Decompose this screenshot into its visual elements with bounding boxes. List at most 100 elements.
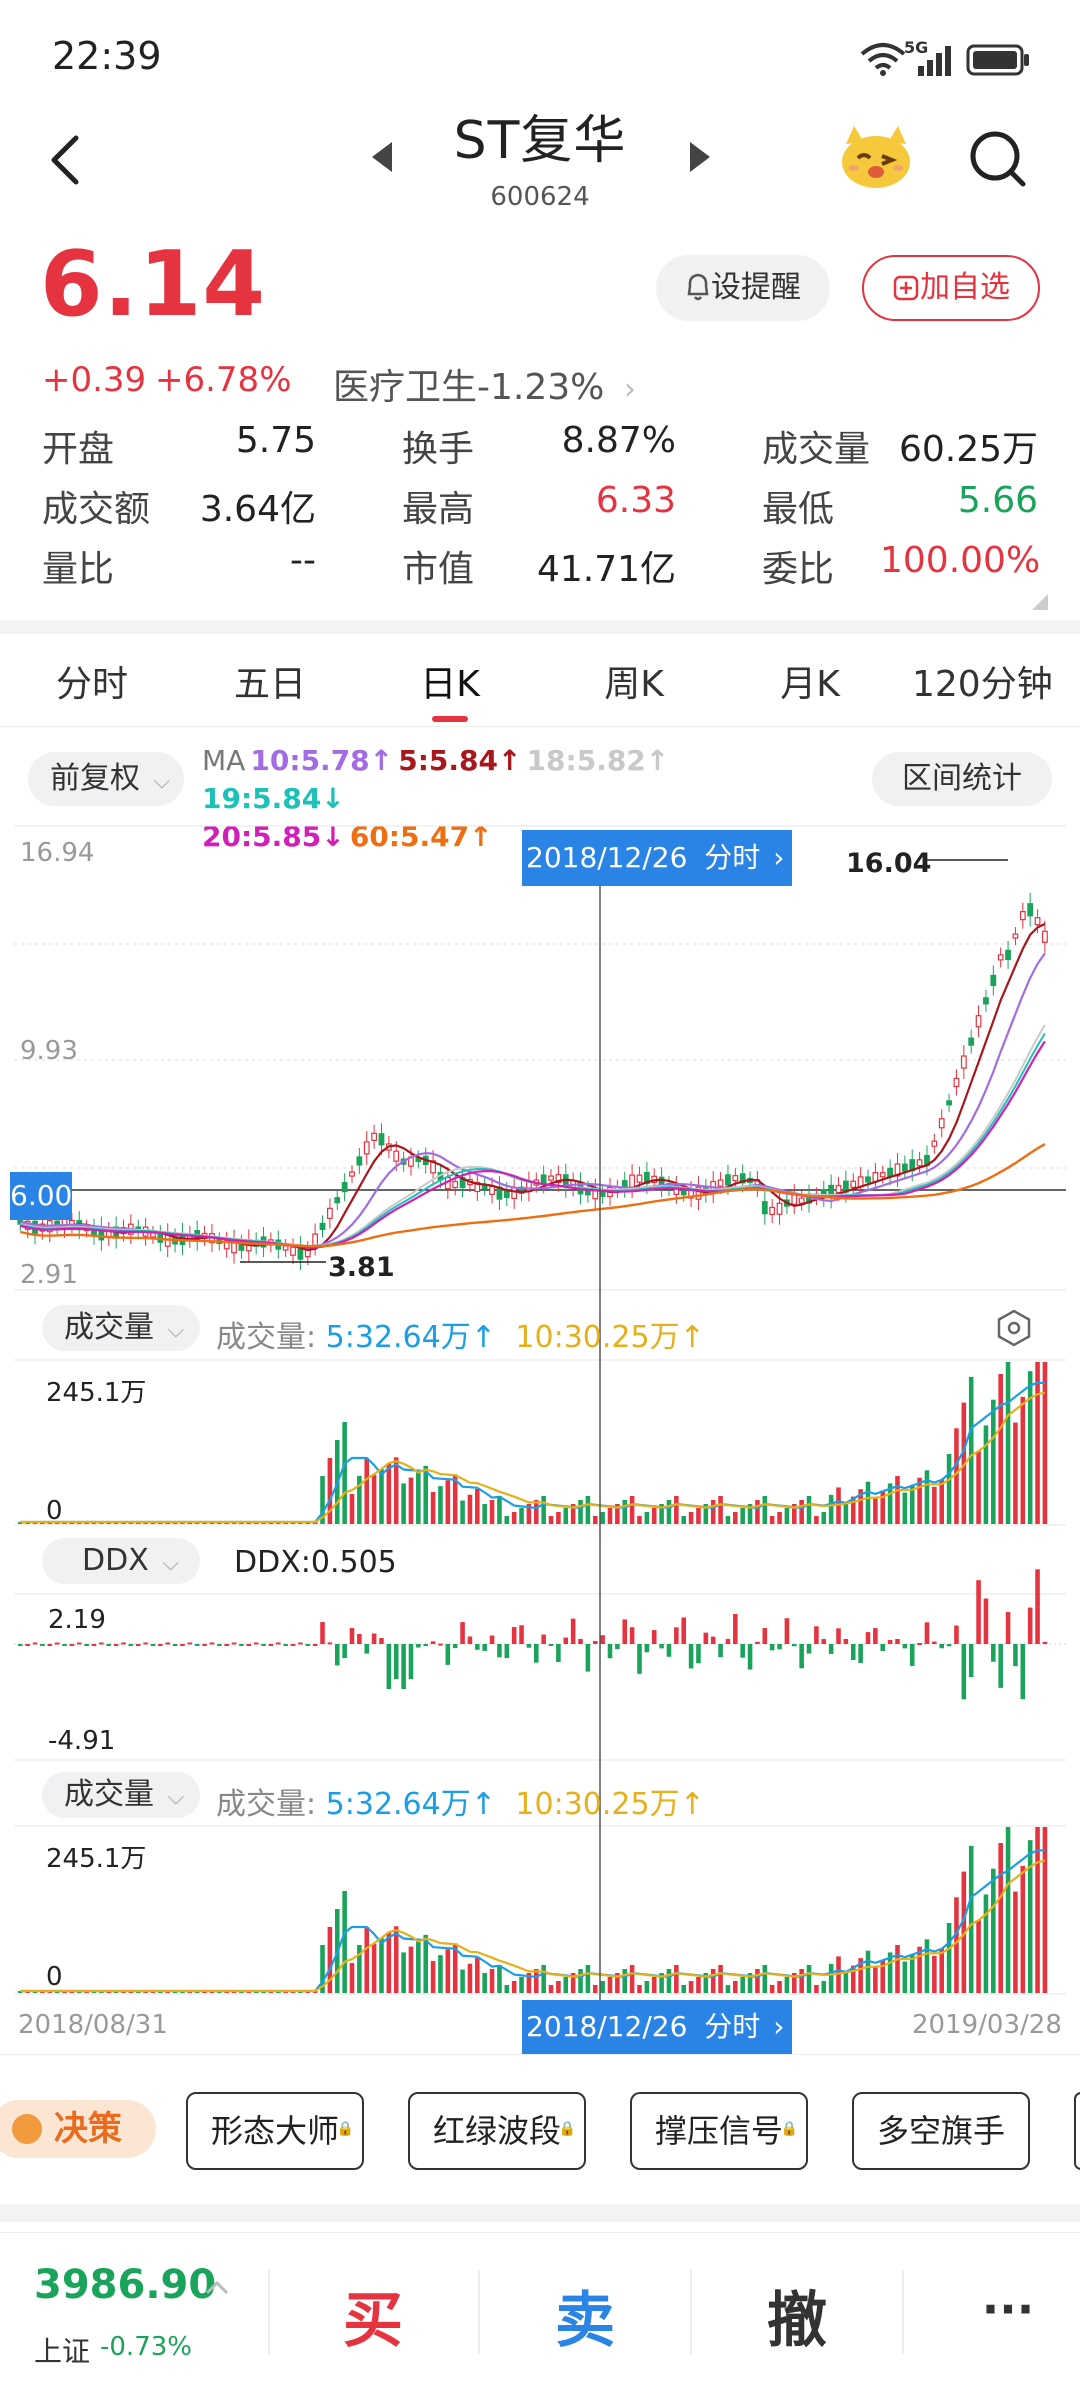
- volume2-bar: [733, 1981, 738, 1993]
- volume-bar: [519, 1508, 524, 1524]
- tab-monthly-k[interactable]: 月K: [760, 655, 860, 707]
- ddx-bar: [106, 1644, 112, 1646]
- ddx-bar: [917, 1643, 922, 1646]
- ddx-bar: [799, 1644, 804, 1669]
- expand-corner-icon[interactable]: [1030, 592, 1050, 612]
- volume-bar: [865, 1481, 871, 1524]
- candle-body: [680, 1190, 687, 1196]
- volume2-bar: [423, 1934, 428, 1993]
- ddx-bar: [740, 1644, 745, 1658]
- volume-bar: [548, 1516, 554, 1524]
- ddx-bar: [644, 1644, 650, 1653]
- triangle-right-icon[interactable]: [686, 140, 714, 174]
- tab-five-day[interactable]: 五日: [226, 655, 314, 707]
- ddx-bar: [548, 1644, 554, 1646]
- candle-body: [290, 1246, 296, 1256]
- ddx-indicator-dropdown[interactable]: DDX ⌵: [42, 1538, 200, 1584]
- field-market-cap-value: 41.71亿: [536, 549, 676, 590]
- tool-bull-bear-flag[interactable]: 多空旗手: [852, 2092, 1030, 2170]
- decision-badge[interactable]: 决策: [0, 2100, 156, 2158]
- lock-icon: 🔒: [558, 2121, 576, 2137]
- kline-y-mid: 9.93: [20, 1036, 78, 1066]
- volume2-bar: [622, 1969, 628, 1993]
- volume-bar: [755, 1500, 760, 1524]
- ddx-bar: [733, 1614, 738, 1644]
- tab-daily-k[interactable]: 日K: [400, 655, 500, 707]
- sector-link[interactable]: 医疗卫生-1.23% ›: [333, 358, 636, 410]
- current-price: 6.14: [40, 232, 267, 337]
- volume-bar: [762, 1496, 768, 1524]
- volume2-bar: [865, 1950, 871, 1993]
- cancel-order-button[interactable]: 撤: [727, 2272, 867, 2359]
- volume-bar: [438, 1486, 443, 1524]
- volume2-y-bottom: 0: [46, 1962, 63, 1992]
- crosshair-date-tag-top[interactable]: 2018/12/26 分时 ›: [522, 830, 792, 886]
- volume2-bar: [740, 1977, 745, 1993]
- ddx-bar: [939, 1644, 944, 1649]
- ddx-bar: [76, 1642, 82, 1645]
- ddx-bar: [364, 1644, 370, 1654]
- adjust-mode-dropdown[interactable]: 前复权 ⌵: [28, 752, 184, 806]
- volume2-bar: [644, 1981, 650, 1993]
- volume-bar: [467, 1494, 473, 1524]
- buy-button[interactable]: 买: [303, 2272, 443, 2359]
- ddx-bar: [276, 1642, 281, 1645]
- ddx-bar: [475, 1644, 480, 1650]
- range-stats-button[interactable]: 区间统计: [872, 752, 1052, 806]
- volume2-indicator-dropdown[interactable]: 成交量 ⌵: [42, 1772, 200, 1818]
- ddx-bar: [762, 1628, 768, 1644]
- ma5-value: 5:5.84↑: [398, 744, 522, 777]
- ddx-bar: [622, 1619, 628, 1644]
- field-volume-ratio-value: --: [290, 540, 316, 581]
- chevron-up-icon[interactable]: [204, 2278, 230, 2296]
- candle-body: [489, 1185, 495, 1196]
- sell-button[interactable]: 卖: [515, 2272, 655, 2359]
- ddx-bar: [217, 1644, 222, 1646]
- ddx-bar: [312, 1644, 318, 1646]
- tab-intraday[interactable]: 分时: [48, 655, 136, 707]
- ddx-bar: [504, 1644, 510, 1659]
- volume-bar: [1027, 1371, 1033, 1524]
- hexagon-settings-icon[interactable]: [994, 1308, 1034, 1348]
- candle-body: [717, 1179, 724, 1187]
- crosshair-date-tag-bottom[interactable]: 2018/12/26 分时 ›: [522, 2000, 792, 2054]
- volume-indicator-dropdown[interactable]: 成交量 ⌵: [42, 1305, 200, 1351]
- tool-red-green-wave[interactable]: 红绿波段 🔒: [408, 2092, 586, 2170]
- index-value[interactable]: 3986.90: [34, 2262, 216, 2308]
- mascot-icon[interactable]: [836, 120, 916, 192]
- volume2-legend-label: 成交量:: [216, 1787, 317, 1822]
- volume-bar: [806, 1496, 812, 1524]
- volume-bar: [674, 1496, 679, 1524]
- field-amount-label: 成交额: [42, 489, 151, 530]
- more-button[interactable]: ···: [938, 2282, 1078, 2336]
- candle-body: [636, 1174, 643, 1183]
- triangle-left-icon[interactable]: [368, 140, 396, 174]
- tool-support-resistance[interactable]: 撑压信号 🔒: [630, 2092, 808, 2170]
- ddx-bar: [659, 1644, 664, 1649]
- volume-bar: [821, 1512, 827, 1524]
- volume-legend: 成交量: 5:32.64万↑ 10:30.25万↑: [216, 1312, 705, 1356]
- search-icon[interactable]: [965, 126, 1031, 192]
- kline-chart-area[interactable]: [0, 820, 1080, 2020]
- tab-120min[interactable]: 120分钟: [912, 655, 1072, 707]
- volume2-bar: [968, 1845, 974, 1993]
- set-alert-button[interactable]: 设提醒: [656, 255, 830, 321]
- candle-body: [629, 1174, 635, 1188]
- field-volume-label: 成交量: [762, 429, 871, 470]
- candle-body: [975, 1015, 982, 1028]
- volume2-bar: [371, 1943, 377, 1993]
- ddx-bar: [283, 1644, 288, 1646]
- tab-weekly-k[interactable]: 周K: [584, 655, 684, 707]
- set-alert-label: 设提醒: [711, 270, 801, 305]
- ddx-bar: [887, 1640, 893, 1644]
- tab-divider: [0, 726, 1080, 727]
- more-tools-edge[interactable]: [1074, 2092, 1080, 2170]
- volume-bar: [725, 1516, 731, 1524]
- volume2-bar: [902, 1961, 908, 1993]
- candle-body: [349, 1171, 355, 1177]
- kline-max-label: 16.04: [846, 848, 932, 879]
- volume2-bar: [814, 1985, 819, 1993]
- tool-pattern-master[interactable]: 形态大师 🔒: [186, 2092, 364, 2170]
- add-watchlist-button[interactable]: 加自选: [862, 255, 1040, 321]
- volume-bar: [710, 1500, 716, 1524]
